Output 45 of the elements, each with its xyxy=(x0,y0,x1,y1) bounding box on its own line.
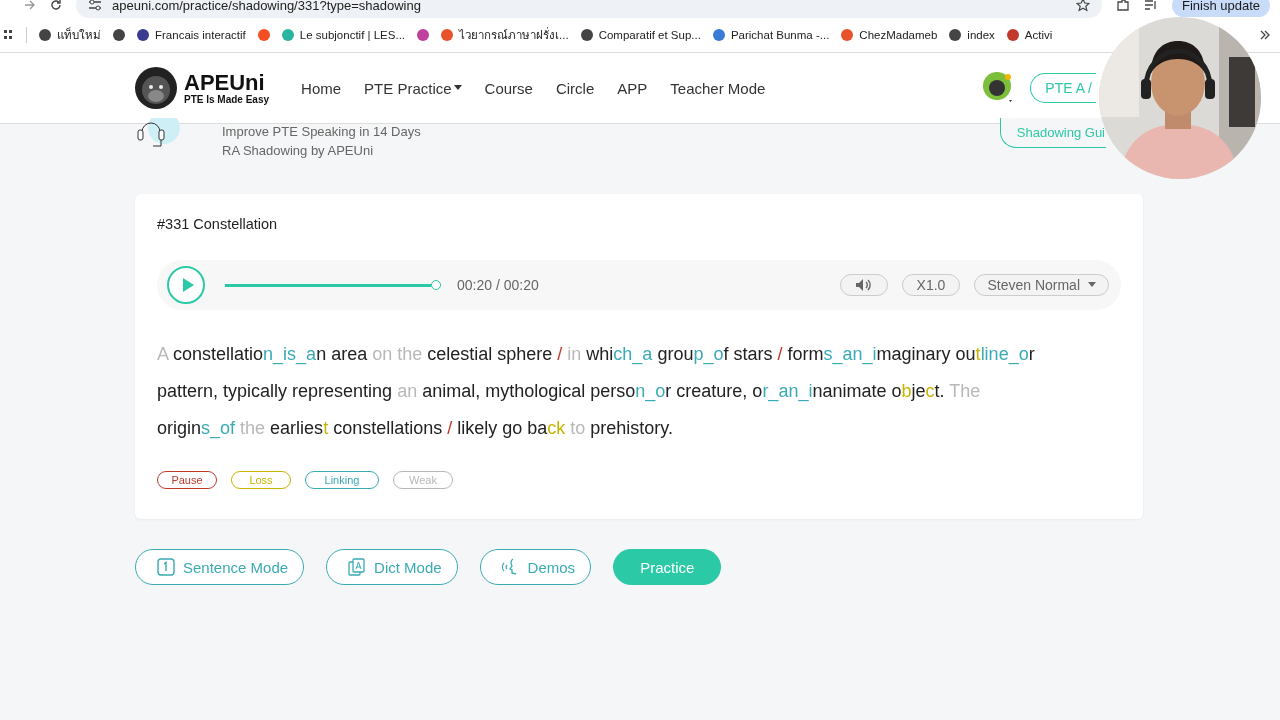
nav-link[interactable]: Circle xyxy=(555,79,595,97)
bookmark[interactable]: Comparatif et Sup... xyxy=(580,29,701,41)
time-text: 00:20 / 00:20 xyxy=(457,277,539,293)
progress-handle[interactable] xyxy=(431,280,441,290)
bookmark[interactable]: แท็บใหม่ xyxy=(39,26,101,44)
bookmark-icon[interactable] xyxy=(417,29,430,41)
gorilla-logo-icon[interactable] xyxy=(134,66,178,110)
exercise-title: #331 Constellation xyxy=(157,216,279,232)
star-icon[interactable] xyxy=(1075,0,1090,12)
bookmark[interactable]: Activi xyxy=(1006,29,1053,41)
logo-title: APEUni xyxy=(184,71,266,94)
bookmark[interactable]: Parichat Bunma -... xyxy=(712,29,830,41)
bookmark[interactable]: ไวยากรณ์ภาษาฝรั่งเ... xyxy=(441,26,569,44)
voice-select[interactable]: Steven Normal xyxy=(974,274,1109,296)
address-bar[interactable]: apeuni.com/practice/shadowing/331?type=shadowing xyxy=(76,0,1102,18)
logo-tagline: PTE Is Made Easy xyxy=(184,93,270,105)
volume-button[interactable] xyxy=(839,274,888,296)
cards-icon xyxy=(348,558,367,576)
caret-icon xyxy=(1088,282,1096,288)
speed-button[interactable]: X1.0 xyxy=(901,274,961,296)
speaker-icon xyxy=(854,278,873,292)
reload-icon[interactable] xyxy=(50,0,62,11)
more-bookmarks-icon[interactable] xyxy=(1260,30,1270,40)
bookmark[interactable]: index xyxy=(949,29,995,41)
banner-text: RA Shadowing by APEUni xyxy=(222,143,375,158)
forward-icon[interactable] xyxy=(24,0,36,11)
bookmark[interactable]: Le subjonctif | LES... xyxy=(281,29,406,41)
apps-icon[interactable] xyxy=(4,29,14,41)
nav-link[interactable]: Course xyxy=(484,79,533,97)
extensions-icon[interactable] xyxy=(1115,0,1130,12)
nav-link[interactable]: Home xyxy=(301,79,342,97)
bookmark[interactable]: ChezMadameb xyxy=(841,29,938,41)
play-icon xyxy=(180,277,195,293)
update-button[interactable]: Finish update xyxy=(1171,0,1270,17)
bookmark-icon[interactable] xyxy=(113,29,125,41)
nav-link[interactable]: Teacher Mode xyxy=(670,79,766,97)
banner-text: Improve PTE Speaking in 14 Days xyxy=(222,124,421,139)
url-text: apeuni.com/practice/shadowing/331?type=shadowing xyxy=(112,0,422,13)
passage-text: A constellation_is_an area on the celestial sphere / in which_a group_of stars / forms_an_imaginary outline_or pattern, typically representing an animal, mythological person_or creature, or_an_inanimate object. The origins_of the earliest constellations / likely go back to prehistory. xyxy=(157,343,1036,441)
media-icon[interactable] xyxy=(1143,0,1158,11)
number-one-icon xyxy=(157,558,175,576)
bookmark[interactable]: Francais interactif xyxy=(137,29,246,41)
nav-link[interactable]: PTE Practice xyxy=(364,79,462,97)
site-settings-icon[interactable] xyxy=(88,0,102,11)
nav-link[interactable]: APP xyxy=(617,79,648,97)
